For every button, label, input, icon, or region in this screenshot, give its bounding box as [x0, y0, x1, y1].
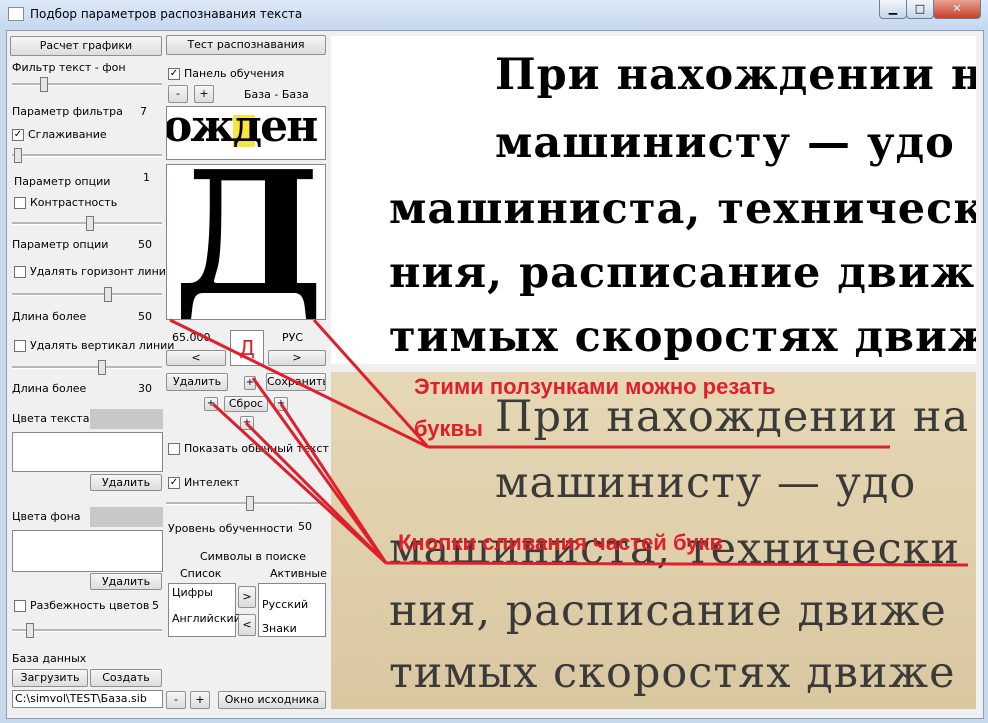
underline: [385, 561, 969, 567]
annotation-sliders-2: буквы: [414, 416, 483, 441]
annotation-sliders-1: Этими ползунками можно резать: [414, 374, 776, 399]
arrow-line: [279, 403, 388, 564]
arrow-line: [312, 318, 430, 449]
annotation-overlay: [169, 318, 969, 567]
arrow-line: [169, 318, 429, 449]
arrow-line: [244, 421, 388, 565]
annotation-merge: Кнопки сливания частей букв: [398, 530, 724, 555]
annotation-arrows: [169, 318, 969, 567]
